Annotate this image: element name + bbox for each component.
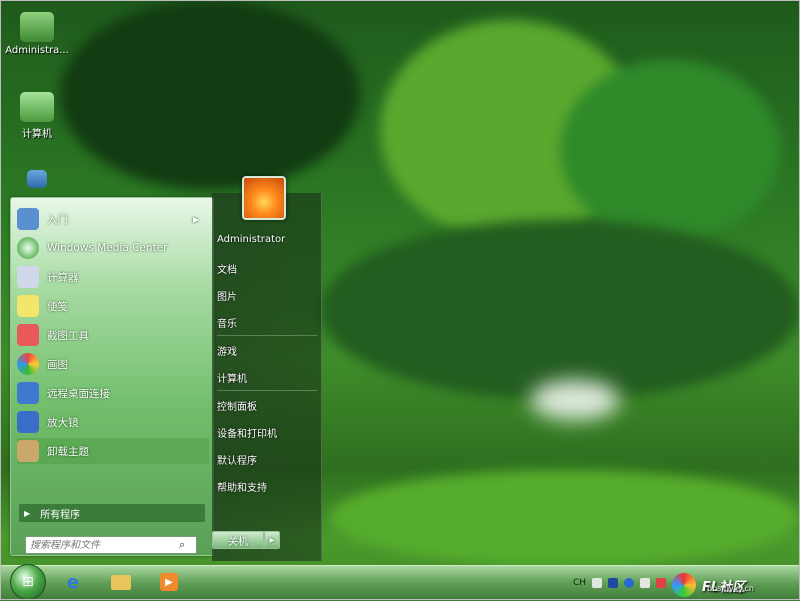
- watermark-url: bbs.flyxy.cn: [707, 584, 754, 593]
- remote-desktop-icon: [17, 382, 39, 404]
- all-programs-button[interactable]: ▶ 所有程序: [19, 504, 205, 522]
- submenu-arrow-icon: ▶: [192, 214, 199, 224]
- flag-icon[interactable]: [656, 578, 666, 588]
- magnifier-icon: [17, 411, 39, 433]
- start-button[interactable]: ⊞: [10, 564, 46, 600]
- explorer-icon: [111, 574, 131, 590]
- snipping-tool-icon: [17, 324, 39, 346]
- desktop-icon-label: Administra...: [5, 45, 69, 56]
- taskbar-ie-button[interactable]: e: [58, 569, 88, 595]
- arrow-right-icon: ▶: [24, 508, 31, 518]
- user-avatar[interactable]: [242, 176, 286, 220]
- link-pictures[interactable]: 图片: [217, 288, 237, 303]
- program-label: 远程桌面连接: [47, 387, 110, 400]
- search-icon[interactable]: ⌕: [179, 538, 193, 552]
- link-help-support[interactable]: 帮助和支持: [217, 479, 267, 494]
- program-sticky-notes[interactable]: 便笺: [17, 293, 209, 319]
- system-tray: CH: [573, 568, 666, 598]
- shutdown-button[interactable]: 关机: [212, 531, 264, 549]
- link-documents[interactable]: 文档: [217, 261, 237, 276]
- program-label: 截图工具: [47, 329, 89, 342]
- program-media-center[interactable]: Windows Media Center: [17, 235, 209, 261]
- program-uninstall-theme[interactable]: 卸载主题: [17, 438, 209, 464]
- help-icon[interactable]: [624, 578, 634, 588]
- separator: [217, 390, 317, 391]
- paint-icon: [17, 353, 39, 375]
- getting-started-icon: [17, 208, 39, 230]
- link-games[interactable]: 游戏: [217, 343, 237, 358]
- keyboard-icon[interactable]: [592, 578, 602, 588]
- language-indicator[interactable]: CH: [573, 578, 586, 588]
- all-programs-label: 所有程序: [40, 509, 81, 521]
- user-name-link[interactable]: Administrator: [217, 234, 285, 245]
- link-music[interactable]: 音乐: [217, 315, 237, 330]
- program-label: Windows Media Center: [47, 242, 168, 254]
- program-magnifier[interactable]: 放大镜: [17, 409, 209, 435]
- program-calculator[interactable]: 计算器: [17, 264, 209, 290]
- link-devices-printers[interactable]: 设备和打印机: [217, 425, 277, 440]
- program-label: 画图: [47, 358, 68, 371]
- taskbar-explorer-button[interactable]: [106, 569, 136, 595]
- desktop-icon-administrator[interactable]: Administra...: [2, 12, 72, 56]
- calculator-icon: [17, 266, 39, 288]
- program-getting-started[interactable]: 入门 ▶: [17, 206, 209, 232]
- media-player-icon: ▶: [160, 573, 178, 591]
- shutdown-options-button[interactable]: ▸: [264, 531, 280, 549]
- link-computer[interactable]: 计算机: [217, 370, 247, 385]
- search-box[interactable]: ⌕: [25, 536, 197, 554]
- program-snipping-tool[interactable]: 截图工具: [17, 322, 209, 348]
- program-label: 便笺: [47, 300, 68, 313]
- link-control-panel[interactable]: 控制面板: [217, 398, 257, 413]
- internet-explorer-icon: e: [66, 571, 80, 593]
- shutdown-group: 关机 ▸: [212, 531, 280, 549]
- program-paint[interactable]: 画图: [17, 351, 209, 377]
- sticky-notes-icon: [17, 295, 39, 317]
- desktop-icon-computer[interactable]: 计算机: [2, 92, 72, 140]
- watermark-logo-icon: [672, 573, 696, 597]
- link-default-programs[interactable]: 默认程序: [217, 452, 257, 467]
- desktop-icon-network[interactable]: [2, 170, 72, 191]
- computer-icon: [20, 92, 54, 122]
- program-label: 放大镜: [47, 416, 79, 429]
- folder-user-icon: [20, 12, 54, 42]
- media-center-icon: [17, 237, 39, 259]
- program-label: 卸载主题: [47, 445, 89, 458]
- program-remote-desktop[interactable]: 远程桌面连接: [17, 380, 209, 406]
- program-label: 计算器: [47, 271, 79, 284]
- start-menu: 入门 ▶ Windows Media Center 计算器 便笺 截图工具 画图…: [6, 176, 322, 563]
- network-tray-icon[interactable]: [640, 578, 650, 588]
- search-input[interactable]: [26, 539, 179, 551]
- windows-logo-icon: ⊞: [22, 574, 34, 590]
- separator: [217, 335, 317, 336]
- network-icon: [27, 170, 47, 188]
- program-label: 入门: [47, 213, 68, 226]
- desktop-icon-label: 计算机: [22, 129, 52, 140]
- taskbar-media-player-button[interactable]: ▶: [154, 569, 184, 595]
- uninstall-theme-icon: [17, 440, 39, 462]
- start-menu-links-pane: Administrator 文档 图片 音乐 游戏 计算机 控制面板 设备和打印…: [212, 193, 322, 561]
- start-menu-programs-pane: 入门 ▶ Windows Media Center 计算器 便笺 截图工具 画图…: [10, 197, 214, 556]
- action-center-icon[interactable]: [608, 578, 618, 588]
